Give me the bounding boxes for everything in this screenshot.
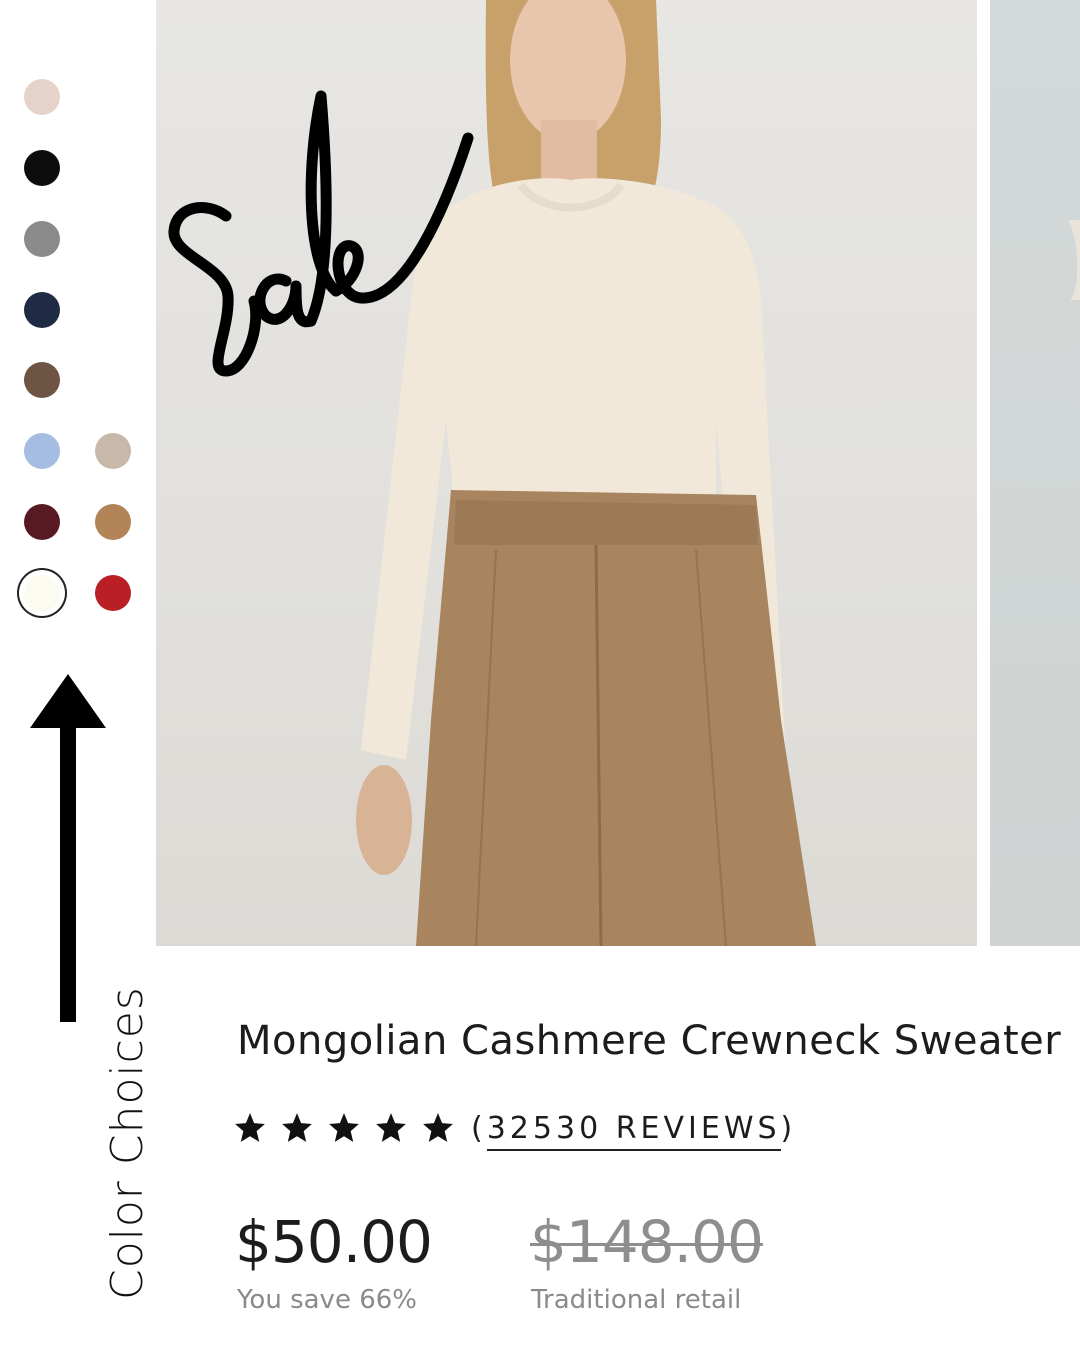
swatch-burgundy[interactable]: [24, 504, 60, 540]
star-icon: [282, 1113, 312, 1142]
swatch-light-blue[interactable]: [24, 433, 60, 469]
star-icon: [376, 1113, 406, 1142]
sale-price: $50.00: [235, 1208, 433, 1276]
reviews-close-paren: ): [780, 1110, 797, 1146]
star-icon: [329, 1113, 359, 1142]
next-image-edge: [1068, 220, 1080, 300]
rating-row: (32530 REVIEWS): [232, 1106, 797, 1151]
swatch-brown[interactable]: [24, 362, 60, 398]
original-price: $148.00: [530, 1208, 764, 1276]
swatch-camel[interactable]: [95, 504, 131, 540]
swatch-navy[interactable]: [24, 292, 60, 328]
retail-note: Traditional retail: [531, 1285, 742, 1315]
swatch-red[interactable]: [95, 575, 131, 611]
star-icon: [423, 1113, 453, 1142]
next-product-image[interactable]: [990, 0, 1080, 946]
color-swatch-list: [0, 0, 150, 660]
swatch-oatmeal[interactable]: [95, 433, 131, 469]
swatch-black[interactable]: [24, 150, 60, 186]
reviews-link[interactable]: 32530 REVIEWS: [486, 1110, 781, 1151]
swatch-ivory[interactable]: [24, 575, 60, 611]
up-arrow-icon: [30, 674, 106, 1022]
swatch-blush[interactable]: [24, 79, 60, 115]
product-page: Color Choices Mongolian Cashmere Crewnec…: [0, 0, 1080, 1350]
color-choices-label: Color Choices: [102, 986, 153, 1300]
swatch-grey[interactable]: [24, 221, 60, 257]
reviews-open-paren: (: [471, 1110, 487, 1146]
star-icon: [235, 1113, 265, 1142]
product-title: Mongolian Cashmere Crewneck Sweater: [237, 1018, 1062, 1064]
savings-note: You save 66%: [237, 1285, 417, 1315]
sale-script-graphic: [168, 90, 474, 377]
reviews-count: (32530 REVIEWS): [471, 1110, 797, 1151]
